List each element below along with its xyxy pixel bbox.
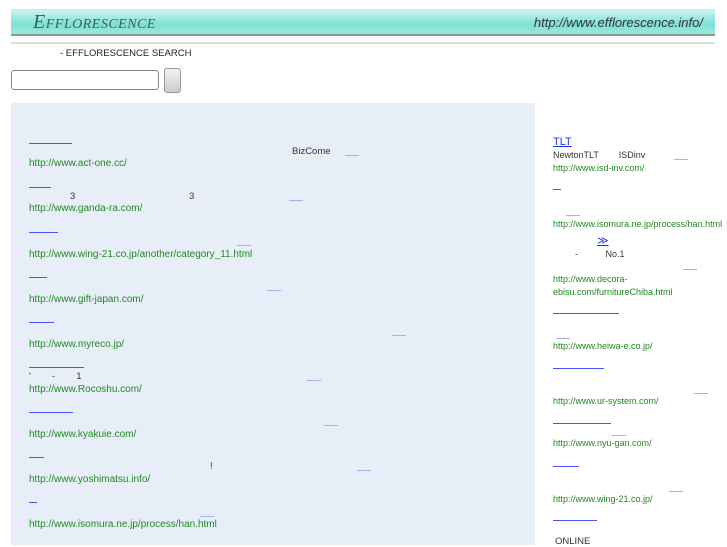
entry-title-link[interactable] xyxy=(29,366,84,368)
entry-title-link[interactable] xyxy=(29,411,73,413)
entry-url[interactable]: http://www.wing-21.co.jp/another/categor… xyxy=(29,249,252,260)
sidebar-url[interactable]: http://www.isd-inv.com/ xyxy=(553,163,644,173)
entry-desc: ! xyxy=(210,461,213,472)
entry-desc: BizCome xyxy=(292,146,331,157)
entry-title-link[interactable] xyxy=(29,321,54,323)
entry-title-link[interactable] xyxy=(29,501,37,503)
entry-title-link[interactable] xyxy=(29,142,72,144)
sidebar-title-link[interactable] xyxy=(553,519,597,521)
search-button[interactable] xyxy=(164,68,181,93)
entry-url[interactable]: http://www.kyakuie.com/ xyxy=(29,429,136,440)
sidebar-title-link[interactable] xyxy=(553,312,619,314)
entry-title-link[interactable] xyxy=(29,276,47,278)
entry-more-link[interactable] xyxy=(289,199,303,201)
entry-title-link[interactable] xyxy=(29,186,51,188)
sidebar-url[interactable]: http://www.wing-21.co.jp/ xyxy=(553,494,653,504)
sidebar-more-link[interactable] xyxy=(683,268,697,270)
entry-more-link[interactable] xyxy=(324,424,338,426)
site-banner: Efflorescence http://www.efflorescence.i… xyxy=(11,9,715,36)
entry-desc: 3 xyxy=(70,191,76,202)
divider xyxy=(11,42,715,44)
search-label: - EFFLORESCENCE SEARCH xyxy=(60,48,192,59)
entry-url[interactable]: http://www.gift-japan.com/ xyxy=(29,294,144,305)
site-logo[interactable]: Efflorescence xyxy=(33,11,156,34)
sidebar-url[interactable]: http://www.decora-ebisu.com/furnitureChi… xyxy=(553,273,693,299)
entry-more-link[interactable] xyxy=(237,244,251,246)
sidebar-url[interactable]: http://www.nyu-gan.com/ xyxy=(553,438,652,448)
sidebar-more-link[interactable] xyxy=(694,392,708,394)
entry-more-link[interactable] xyxy=(307,379,321,381)
sidebar-more-link[interactable] xyxy=(556,337,570,339)
search-input[interactable] xyxy=(11,70,159,90)
sidebar-title-link[interactable] xyxy=(553,188,561,190)
sidebar-title-link[interactable] xyxy=(553,465,579,467)
sidebar-title-link[interactable] xyxy=(553,422,611,424)
sidebar-more-link[interactable] xyxy=(669,490,683,492)
sidebar-more-link[interactable] xyxy=(612,434,626,436)
sidebar-url[interactable]: http://www.ur-system.com/ xyxy=(553,396,659,406)
sidebar-title-link[interactable] xyxy=(553,367,604,369)
sidebar-url[interactable]: http://www.heiwa-e.co.jp/ xyxy=(553,341,653,351)
entry-url[interactable]: http://www.isomura.ne.jp/process/han.htm… xyxy=(29,519,217,530)
sidebar-title-link[interactable]: TLT xyxy=(553,136,600,148)
entry-title-link[interactable] xyxy=(29,231,58,233)
entry-title-link[interactable] xyxy=(29,456,44,458)
entry-more-link[interactable] xyxy=(345,154,359,156)
entry-url[interactable]: http://www.myreco.jp/ xyxy=(29,339,124,350)
entry-url[interactable]: http://www.act-one.cc/ xyxy=(29,158,127,169)
sidebar-title-link[interactable]: ≫ xyxy=(553,234,641,247)
entry-more-link[interactable] xyxy=(357,469,371,471)
entry-desc: 3 xyxy=(189,191,195,202)
sidebar-more-link[interactable] xyxy=(566,214,580,216)
sidebar-url[interactable]: http://www.isomura.ne.jp/process/han.htm… xyxy=(553,219,722,229)
entry-url[interactable]: http://www.Rocoshu.com/ xyxy=(29,384,142,395)
site-url: http://www.efflorescence.info/ xyxy=(533,15,703,30)
sidebar-desc: - No.1 xyxy=(575,249,625,259)
entry-url[interactable]: http://www.ganda-ra.com/ xyxy=(29,203,142,214)
entry-desc: ' - 1 xyxy=(29,371,82,382)
sidebar-desc: NewtonTLT ISDinv xyxy=(553,150,646,160)
sidebar-more-link[interactable] xyxy=(674,158,688,160)
entry-more-link[interactable] xyxy=(267,289,281,291)
entry-url[interactable]: http://www.yoshimatsu.info/ xyxy=(29,474,150,485)
entry-more-link[interactable] xyxy=(392,334,406,336)
online-label: ONLINE xyxy=(555,536,591,547)
entry-more-link[interactable] xyxy=(200,515,214,517)
